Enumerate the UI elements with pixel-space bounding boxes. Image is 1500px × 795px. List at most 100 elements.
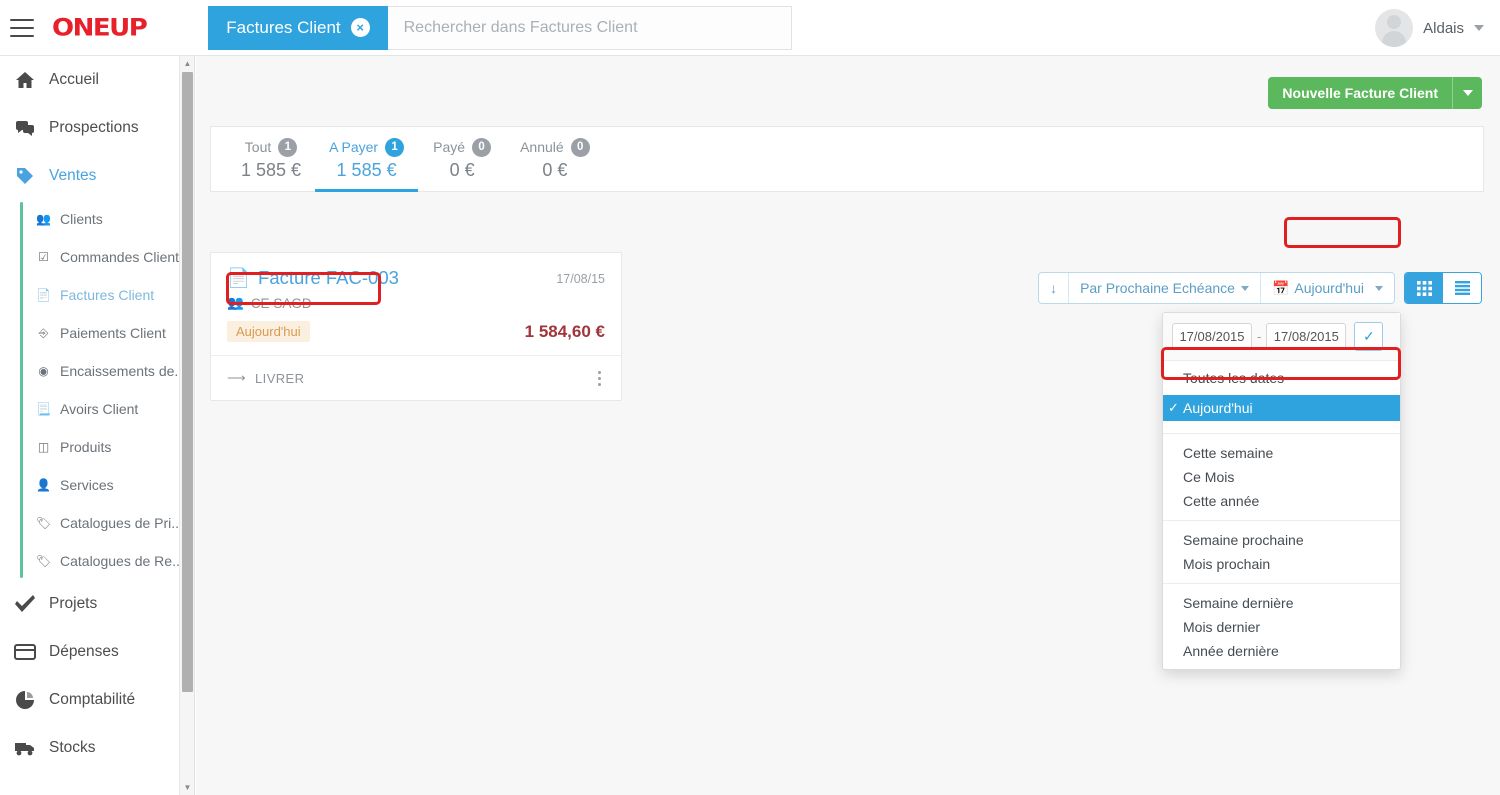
- sidebar-item-projets[interactable]: Projets: [0, 580, 179, 628]
- sidebar-item-stocks[interactable]: Stocks: [0, 724, 179, 772]
- sidebar-item-factures-client[interactable]: 📄 Factures Client: [20, 276, 179, 314]
- divider: [1163, 583, 1400, 584]
- sort-controls: ↓ Par Prochaine Echéance 📅 Aujourd'hui: [1038, 272, 1395, 304]
- date-option-semaine-prochaine[interactable]: Semaine prochaine: [1163, 528, 1400, 552]
- date-range-confirm-button[interactable]: ✓: [1354, 322, 1384, 351]
- list-view-button[interactable]: [1443, 273, 1481, 303]
- invoice-client: 👥 CE SAGD: [227, 295, 605, 311]
- sidebar-item-services[interactable]: 👤 Services: [20, 466, 179, 504]
- order-check-icon: ☑: [38, 250, 49, 264]
- deliver-action-button[interactable]: ⟶ LIVRER: [227, 370, 304, 386]
- hamburger-icon[interactable]: [10, 18, 34, 37]
- list-view-icon: [1454, 281, 1470, 295]
- status-tab-amount: 0 €: [542, 159, 568, 180]
- search-box[interactable]: [387, 5, 792, 50]
- close-icon[interactable]: ×: [350, 18, 370, 37]
- app-logo[interactable]: ONEUP: [52, 14, 148, 42]
- new-invoice-dropdown-toggle[interactable]: [1452, 77, 1482, 109]
- people-icon: 👥: [36, 212, 51, 226]
- sidebar-subitem-label: Produits: [60, 439, 112, 455]
- status-tab-paye[interactable]: Payé 0 0 €: [418, 127, 506, 191]
- user-name: Aldais: [1423, 19, 1464, 37]
- sidebar-scrollbar[interactable]: ▲ ▼: [180, 56, 195, 795]
- sidebar-item-label: Stocks: [49, 739, 96, 756]
- payment-icon: ⎆: [38, 325, 49, 340]
- sidebar-item-label: Projets: [49, 595, 98, 612]
- grid-view-button[interactable]: [1405, 273, 1443, 303]
- date-option-ce-mois[interactable]: Ce Mois: [1163, 465, 1400, 489]
- status-tab-label: Annulé: [520, 139, 564, 155]
- date-option-mois-dernier[interactable]: Mois dernier: [1163, 615, 1400, 639]
- chevron-down-icon[interactable]: [1474, 25, 1484, 31]
- status-tab-count: 1: [278, 137, 298, 157]
- sidebar-item-comptabilite[interactable]: Comptabilité: [0, 676, 179, 724]
- module-chip-factures-client[interactable]: Factures Client ×: [208, 5, 388, 50]
- date-option-aujourdhui[interactable]: ✓ Aujourd'hui: [1163, 395, 1400, 421]
- sidebar-item-ventes[interactable]: Ventes: [0, 152, 179, 200]
- sidebar-item-paiements-client[interactable]: ⎆ Paiements Client: [20, 314, 179, 352]
- sidebar-subitem-label: Encaissements de...: [60, 363, 180, 379]
- divider: [1163, 520, 1400, 521]
- status-tab-label: Tout: [244, 139, 272, 155]
- date-option-label: Année dernière: [1183, 643, 1279, 659]
- user-menu[interactable]: Aldais: [1375, 0, 1484, 56]
- scroll-up-icon[interactable]: ▲: [180, 56, 195, 71]
- date-option-mois-prochain[interactable]: Mois prochain: [1163, 552, 1400, 576]
- chat-icon: [14, 118, 36, 138]
- new-invoice-button[interactable]: Nouvelle Facture Client: [1268, 77, 1482, 109]
- card-more-options-button[interactable]: [594, 367, 605, 390]
- pie-chart-icon: [14, 690, 36, 710]
- invoice-amount: 1 584,60 €: [524, 321, 605, 341]
- sidebar-item-encaissements[interactable]: ◉ Encaissements de...: [20, 352, 179, 390]
- invoice-title-link[interactable]: 📄 Facture FAC-003: [227, 267, 399, 289]
- date-to-input[interactable]: [1266, 323, 1347, 350]
- sidebar-item-accueil[interactable]: Accueil: [0, 56, 179, 104]
- scrollbar-thumb[interactable]: [182, 72, 193, 692]
- date-option-cette-annee[interactable]: Cette année: [1163, 489, 1400, 513]
- sidebar-subitem-label: Services: [60, 477, 114, 493]
- status-tab-count: 0: [472, 137, 492, 157]
- date-range-row: - ✓: [1163, 313, 1400, 361]
- date-range-separator: -: [1257, 329, 1262, 344]
- module-chip-label: Factures Client: [226, 17, 341, 37]
- chevron-down-icon: [1462, 90, 1473, 96]
- status-tab-tout[interactable]: Tout 1 1 585 €: [227, 127, 315, 191]
- credit-note-icon: 📃: [36, 402, 51, 416]
- invoice-card-body: 📄 Facture FAC-003 17/08/15 👥 CE SAGD Auj…: [211, 253, 621, 355]
- status-tab-a-payer[interactable]: A Payer 1 1 585 €: [315, 127, 419, 192]
- top-bar: ONEUP Factures Client × Aldais: [0, 0, 1500, 56]
- date-option-label: Cette année: [1183, 493, 1260, 509]
- sidebar-item-commandes-client[interactable]: ☑ Commandes Client: [20, 238, 179, 276]
- sidebar-item-catalogues-prix[interactable]: 🏷 Catalogues de Pri...: [20, 504, 179, 542]
- date-option-label: Semaine prochaine: [1183, 532, 1304, 548]
- chevron-down-icon: [1375, 285, 1383, 291]
- date-filter-button[interactable]: 📅 Aujourd'hui: [1259, 273, 1394, 303]
- scroll-down-icon[interactable]: ▼: [180, 780, 195, 795]
- sort-direction-button[interactable]: ↓: [1039, 273, 1068, 303]
- sidebar-subitem-label: Factures Client: [60, 287, 155, 303]
- date-option-semaine-derniere[interactable]: Semaine dernière: [1163, 591, 1400, 615]
- date-filter-label: Aujourd'hui: [1294, 280, 1364, 296]
- truck-icon: [14, 739, 36, 757]
- sidebar-item-produits[interactable]: ◫ Produits: [20, 428, 179, 466]
- home-icon: [14, 70, 36, 90]
- status-tab-annule[interactable]: Annulé 0 0 €: [506, 127, 604, 191]
- discount-tag-icon: 🏷: [35, 554, 52, 568]
- date-option-label: Mois dernier: [1183, 619, 1261, 635]
- sort-field-button[interactable]: Par Prochaine Echéance: [1068, 273, 1260, 303]
- search-input[interactable]: [403, 18, 775, 37]
- sidebar-item-label: Prospections: [49, 119, 139, 136]
- date-option-cette-semaine[interactable]: Cette semaine: [1163, 441, 1400, 465]
- date-from-input[interactable]: [1172, 323, 1252, 350]
- box-icon: ◫: [37, 440, 50, 454]
- date-option-toutes-les-dates[interactable]: Toutes les dates: [1163, 366, 1400, 390]
- invoice-client-name: CE SAGD: [250, 295, 312, 311]
- sidebar-item-depenses[interactable]: Dépenses: [0, 628, 179, 676]
- date-option-annee-derniere[interactable]: Année dernière: [1163, 639, 1400, 663]
- invoice-card[interactable]: 📄 Facture FAC-003 17/08/15 👥 CE SAGD Auj…: [210, 252, 622, 401]
- sidebar-item-catalogues-remises[interactable]: 🏷 Catalogues de Re...: [20, 542, 179, 580]
- sidebar-item-prospections[interactable]: Prospections: [0, 104, 179, 152]
- sidebar-item-avoirs-client[interactable]: 📃 Avoirs Client: [20, 390, 179, 428]
- sidebar-item-clients[interactable]: 👥 Clients: [20, 200, 179, 238]
- arrow-right-icon: ⟶: [227, 370, 247, 385]
